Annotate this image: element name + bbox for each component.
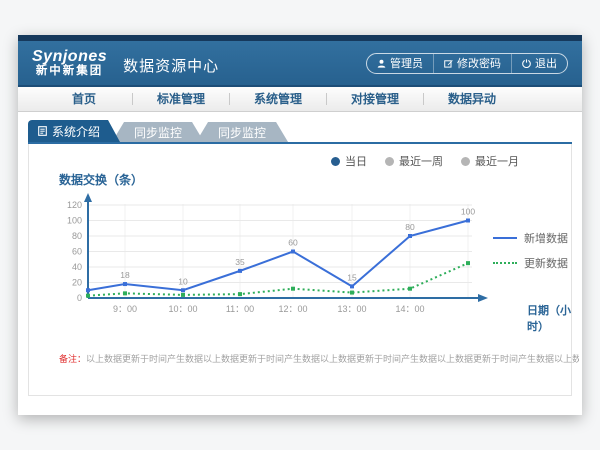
nav-item-interface-management[interactable]: 对接管理 <box>327 87 423 112</box>
admin-user-button[interactable]: 管理员 <box>367 54 433 73</box>
legend-item-updated-data[interactable]: 更新数据 <box>493 255 568 271</box>
radio-last-week[interactable]: 最近一周 <box>385 153 443 169</box>
company-logo: Synjones 新中新集团 <box>32 49 107 78</box>
radio-icon <box>385 157 394 166</box>
svg-text:40: 40 <box>72 262 82 272</box>
radio-icon <box>331 157 340 166</box>
chart-legend: 新增数据 更新数据 <box>493 230 568 280</box>
document-icon <box>38 126 47 136</box>
tab-bar: 系统介绍 同步监控 同步监控 <box>28 120 572 142</box>
svg-text:13：00: 13：00 <box>337 304 366 314</box>
page-title: 数据资源中心 <box>123 55 219 76</box>
svg-text:18: 18 <box>120 270 130 280</box>
legend-item-new-data[interactable]: 新增数据 <box>493 230 568 246</box>
svg-text:100: 100 <box>67 216 82 226</box>
tab-sync-monitor-1[interactable]: 同步监控 <box>112 122 204 142</box>
svg-text:60: 60 <box>288 238 298 248</box>
radio-last-month[interactable]: 最近一月 <box>461 153 519 169</box>
admin-user-label: 管理员 <box>390 55 423 71</box>
logout-button[interactable]: 退出 <box>511 54 567 73</box>
svg-text:100: 100 <box>461 207 475 217</box>
radio-label: 最近一周 <box>399 153 443 169</box>
power-icon <box>522 59 531 68</box>
logo-subtitle: 新中新集团 <box>32 65 107 77</box>
radio-label: 最近一月 <box>475 153 519 169</box>
footnote-prefix: 备注： <box>59 354 86 364</box>
user-toolbar: 管理员 修改密码 退出 <box>366 53 568 74</box>
radio-today[interactable]: 当日 <box>331 153 367 169</box>
legend-label: 更新数据 <box>524 255 568 271</box>
svg-text:80: 80 <box>72 231 82 241</box>
svg-text:12：00: 12：00 <box>278 304 307 314</box>
radio-label: 当日 <box>345 153 367 169</box>
svg-text:14：00: 14：00 <box>395 304 424 314</box>
desktop-background: Synjones 新中新集团 数据资源中心 管理员 修改密码 退出 <box>0 0 600 450</box>
x-axis-title: 日期（小时） <box>527 302 571 334</box>
y-axis-title: 数据交换（条） <box>59 171 143 188</box>
svg-text:11：00: 11：00 <box>226 304 254 314</box>
svg-text:35: 35 <box>235 257 245 267</box>
change-password-button[interactable]: 修改密码 <box>433 54 511 73</box>
main-navigation: 首页 标准管理 系统管理 对接管理 数据异动 <box>18 87 582 112</box>
svg-text:60: 60 <box>72 247 82 257</box>
tab-sync-monitor-2[interactable]: 同步监控 <box>196 122 288 142</box>
legend-label: 新增数据 <box>524 230 568 246</box>
tab-label: 同步监控 <box>134 124 182 141</box>
footnote: 备注：以上数据更新于时间产生数据以上数据更新于时间产生数据以上数据更新于时间产生… <box>59 352 579 365</box>
nav-item-home[interactable]: 首页 <box>36 87 132 112</box>
tab-label: 系统介绍 <box>52 123 100 140</box>
svg-text:0: 0 <box>77 293 82 303</box>
svg-text:80: 80 <box>405 222 415 232</box>
svg-text:10：00: 10：00 <box>168 304 197 314</box>
chart-panel: 当日 最近一周 最近一月 数据交换（条） 0 20 40 60 80 100 120 9：00… <box>28 144 572 396</box>
change-password-label: 修改密码 <box>457 55 501 71</box>
nav-item-system-management[interactable]: 系统管理 <box>230 87 326 112</box>
green-dotted-swatch <box>493 262 517 264</box>
nav-item-standard-management[interactable]: 标准管理 <box>133 87 229 112</box>
svg-text:9：00: 9：00 <box>113 304 137 314</box>
footnote-text: 以上数据更新于时间产生数据以上数据更新于时间产生数据以上数据更新于时间产生数据以… <box>86 354 579 364</box>
time-range-filter: 当日 最近一周 最近一月 <box>331 153 519 169</box>
svg-text:20: 20 <box>72 278 82 288</box>
tab-label: 同步监控 <box>218 124 266 141</box>
app-window: Synjones 新中新集团 数据资源中心 管理员 修改密码 退出 <box>18 35 582 415</box>
svg-text:15: 15 <box>347 272 357 282</box>
data-exchange-chart: 0 20 40 60 80 100 120 9：00 10：00 11：00 12：00 13：00 1… <box>48 190 498 322</box>
svg-text:10: 10 <box>178 276 188 286</box>
logout-label: 退出 <box>535 55 557 71</box>
user-icon <box>377 59 386 68</box>
logo-name: Synjones <box>32 49 107 66</box>
nav-item-data-change[interactable]: 数据异动 <box>424 87 520 112</box>
blue-line-swatch <box>493 237 517 239</box>
edit-icon <box>444 59 453 68</box>
tab-system-intro[interactable]: 系统介绍 <box>28 120 120 142</box>
app-header: Synjones 新中新集团 数据资源中心 管理员 修改密码 退出 <box>18 41 582 87</box>
radio-icon <box>461 157 470 166</box>
svg-text:120: 120 <box>67 200 82 210</box>
